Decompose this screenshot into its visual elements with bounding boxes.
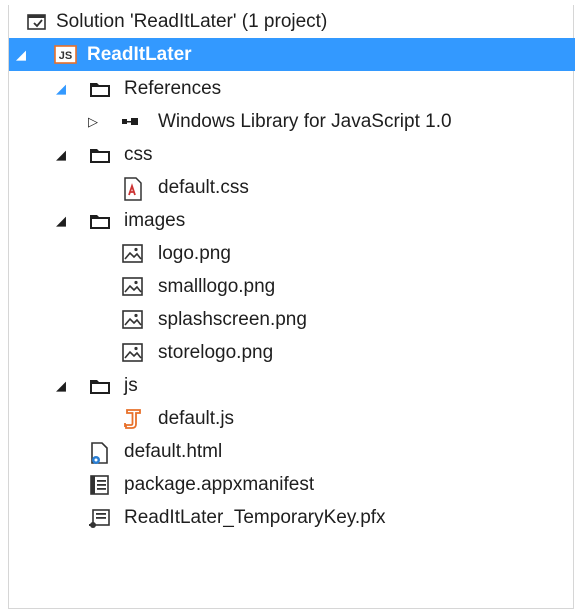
tree-row-js-folder[interactable]: ◢ js: [9, 369, 575, 402]
appxmanifest-label: package.appxmanifest: [124, 474, 315, 495]
folder-icon: [88, 204, 112, 237]
image-file-icon: [121, 237, 145, 270]
tree-row-image-file[interactable]: storelogo.png: [9, 336, 575, 369]
html-file-icon: [88, 435, 112, 468]
solution-icon: [25, 5, 49, 38]
image-file-icon: [121, 336, 145, 369]
default-js-label: default.js: [158, 408, 235, 429]
solution-explorer-tree: Solution 'ReadItLater' (1 project) ◢ JS …: [8, 5, 575, 609]
js-folder-label: js: [124, 375, 138, 396]
winjs-reference-label: Windows Library for JavaScript 1.0: [158, 111, 452, 132]
tree-row-image-file[interactable]: smalllogo.png: [9, 270, 575, 303]
folder-icon: [88, 72, 112, 105]
svg-text:JS: JS: [59, 50, 72, 62]
expand-down-arrow-icon[interactable]: ◢: [53, 72, 69, 105]
default-css-label: default.css: [158, 177, 249, 198]
expand-down-arrow-icon[interactable]: ◢: [13, 38, 29, 71]
tree-row-css-folder[interactable]: ◢ css: [9, 138, 575, 171]
expand-down-arrow-icon[interactable]: ◢: [53, 369, 69, 402]
project-label: ReadItLater: [87, 44, 192, 65]
references-label: References: [124, 78, 222, 99]
tree-row-temporary-key[interactable]: ReadItLater_TemporaryKey.pfx: [9, 501, 575, 534]
tree-row-image-file[interactable]: splashscreen.png: [9, 303, 575, 336]
key-file-icon: [88, 501, 112, 534]
manifest-file-icon: [88, 468, 112, 501]
folder-icon: [88, 138, 112, 171]
tree-row-references[interactable]: ◢ References: [9, 72, 575, 105]
reference-icon: [119, 105, 143, 138]
image-file-icon: [121, 303, 145, 336]
tree-row-appxmanifest[interactable]: package.appxmanifest: [9, 468, 575, 501]
tree-row-image-file[interactable]: logo.png: [9, 237, 575, 270]
tree-row-solution[interactable]: Solution 'ReadItLater' (1 project): [9, 5, 575, 38]
images-folder-label: images: [124, 210, 186, 231]
default-html-label: default.html: [124, 441, 223, 462]
css-file-icon: [121, 171, 145, 204]
css-folder-label: css: [124, 144, 153, 165]
image-file-label: logo.png: [158, 243, 231, 264]
tree-row-images-folder[interactable]: ◢ images: [9, 204, 575, 237]
tree-row-default-css[interactable]: default.css: [9, 171, 575, 204]
image-file-label: splashscreen.png: [158, 309, 307, 330]
tree-row-winjs-reference[interactable]: ▷ Windows Library for JavaScript 1.0: [9, 105, 575, 138]
js-project-icon: JS: [54, 38, 78, 71]
solution-label: Solution 'ReadItLater' (1 project): [56, 11, 328, 32]
folder-icon: [88, 369, 112, 402]
expand-down-arrow-icon[interactable]: ◢: [53, 204, 69, 237]
tree-row-default-js[interactable]: default.js: [9, 402, 575, 435]
image-file-label: smalllogo.png: [158, 276, 276, 297]
image-file-label: storelogo.png: [158, 342, 274, 363]
js-file-icon: [121, 402, 145, 435]
expand-down-arrow-icon[interactable]: ◢: [53, 138, 69, 171]
tree-row-default-html[interactable]: default.html: [9, 435, 575, 468]
temporary-key-label: ReadItLater_TemporaryKey.pfx: [124, 507, 386, 528]
image-file-icon: [121, 270, 145, 303]
expand-right-arrow-icon[interactable]: ▷: [85, 105, 101, 138]
tree-row-project[interactable]: ◢ JS ReadItLater: [9, 38, 575, 71]
